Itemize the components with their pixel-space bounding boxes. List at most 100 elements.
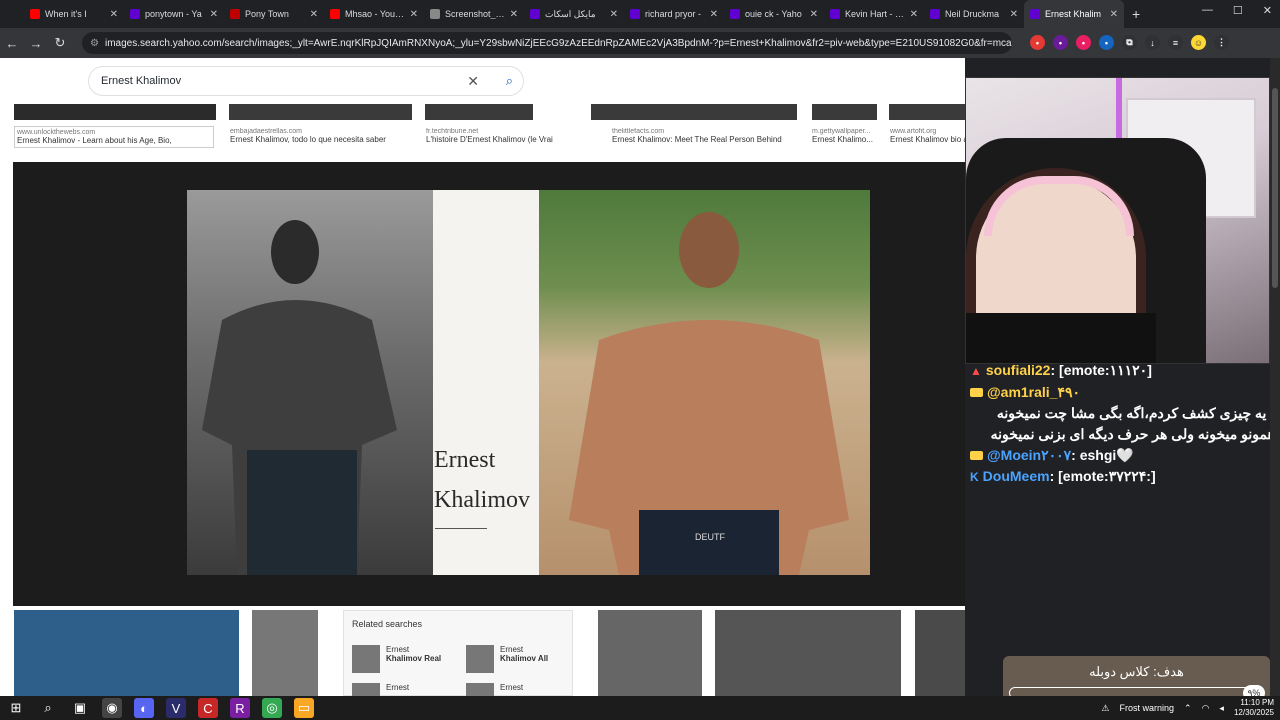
thumbnail-caption[interactable]: m.gettywallpaper... Ernest Khalimo...: [812, 128, 882, 144]
browser-tab[interactable]: ponytown - Ya ✕: [124, 0, 224, 28]
thumbnail-source: m.gettywallpaper...: [812, 128, 871, 135]
related-search-item[interactable]: Ernest Khalimov Real: [352, 645, 441, 673]
thumbnail[interactable]: [598, 610, 702, 696]
site-info-icon[interactable]: ⚙: [90, 38, 99, 49]
app-icon[interactable]: C: [198, 698, 218, 718]
back-icon[interactable]: ←: [0, 36, 24, 51]
window-controls: — ☐ ✕: [1202, 4, 1272, 17]
file-explorer-icon[interactable]: ▭: [294, 698, 314, 718]
tab-title: Pony Town: [245, 9, 289, 19]
browser-tab[interactable]: ouie ck - Yaho ✕: [724, 0, 824, 28]
browser-tab[interactable]: Ernest Khalim ✕: [1024, 0, 1124, 28]
thumbnail[interactable]: [425, 104, 533, 120]
discord-icon[interactable]: ◐: [134, 698, 154, 718]
tab-search-icon[interactable]: ≡: [1168, 35, 1183, 50]
app-r-icon[interactable]: R: [230, 698, 250, 718]
tab-close-icon[interactable]: ✕: [610, 9, 618, 20]
chrome-icon[interactable]: ◎: [262, 698, 282, 718]
profile-avatar[interactable]: ☺: [1191, 35, 1206, 50]
related-search-item[interactable]: Ernest: [466, 683, 523, 696]
task-view-icon[interactable]: ▣: [70, 698, 90, 718]
forward-icon[interactable]: →: [24, 36, 48, 51]
browser-tab[interactable]: Neil Druckma ✕: [924, 0, 1024, 28]
wifi-icon[interactable]: ◠: [1202, 703, 1210, 714]
browser-tab[interactable]: Screenshot_20 ✕: [424, 0, 524, 28]
bottom-thumbnail-row: Related searches Ernest Khalimov Real Ern…: [0, 610, 965, 696]
related-search-item[interactable]: Ernest: [352, 683, 409, 696]
obs-icon[interactable]: ◉: [102, 698, 122, 718]
youtube-icon: [970, 451, 983, 460]
image-viewer: Ernest Khalimov DEUTF: [13, 162, 965, 606]
download-icon[interactable]: ↓: [1145, 35, 1160, 50]
tab-close-icon[interactable]: ✕: [410, 9, 418, 20]
browser-tab[interactable]: مایکل اسکات ✕: [524, 0, 624, 28]
volume-icon[interactable]: ◂: [1219, 703, 1224, 714]
warning-icon[interactable]: ⚠: [1101, 703, 1109, 714]
vegas-icon[interactable]: V: [166, 698, 186, 718]
translate-icon[interactable]: •: [1099, 35, 1114, 50]
related-thumbnail: [466, 683, 494, 696]
minimize-icon[interactable]: —: [1202, 4, 1213, 17]
address-bar[interactable]: ⚙ images.search.yahoo.com/search/images;…: [82, 32, 1012, 54]
thumbnail-title: L'histoire D'Ernest Khalimov (le Vrai: [426, 135, 553, 144]
mcafee-icon[interactable]: •: [1030, 35, 1045, 50]
reload-icon[interactable]: ↻: [48, 35, 72, 51]
tab-close-icon[interactable]: ✕: [710, 9, 718, 20]
thumbnail[interactable]: [14, 104, 216, 120]
scrollbar-thumb[interactable]: [1272, 88, 1278, 288]
goal-label: هدف: کلاس دوبله: [1089, 664, 1184, 679]
tab-close-icon[interactable]: ✕: [110, 9, 118, 20]
thumbnail[interactable]: [715, 610, 901, 696]
thumbnail[interactable]: [14, 610, 239, 696]
search-icon[interactable]: ⌕: [38, 698, 58, 718]
tab-close-icon[interactable]: ✕: [210, 9, 218, 20]
extension-icon[interactable]: •: [1076, 35, 1091, 50]
new-tab-button[interactable]: +: [1132, 6, 1140, 22]
page-scrollbar[interactable]: [1270, 58, 1280, 696]
thumbnail[interactable]: [229, 104, 412, 120]
thumbnail[interactable]: [889, 104, 965, 120]
thumbnail-caption[interactable]: fr.techtribune.net L'histoire D'Ernest K…: [426, 128, 586, 144]
kick-icon: K: [970, 470, 979, 484]
image-panel-color-photo: DEUTF: [539, 190, 870, 575]
tab-close-icon[interactable]: ✕: [1110, 9, 1118, 20]
thumbnail[interactable]: [915, 610, 965, 696]
related-label: Ernest: [500, 683, 524, 692]
thumbnail-caption[interactable]: embajadaestrellas.com Ernest Khalimov, t…: [230, 128, 410, 144]
thumbnail[interactable]: [591, 104, 797, 120]
browser-tab[interactable]: Pony Town ✕: [224, 0, 324, 28]
close-icon[interactable]: ✕: [467, 73, 479, 90]
browser-tab[interactable]: When it's I ✕: [24, 0, 124, 28]
windows-taskbar: ⊞ ⌕ ▣ ◉ ◐ V C R ◎ ▭ ⚠ Frost warning ⌃ ◠ …: [0, 696, 1280, 720]
browser-tab[interactable]: richard pryor - ✕: [624, 0, 724, 28]
windows-start-icon[interactable]: ⊞: [6, 698, 26, 718]
search-icon[interactable]: ⌕: [506, 73, 513, 89]
thumbnail[interactable]: [812, 104, 877, 120]
tab-close-icon[interactable]: ✕: [310, 9, 318, 20]
weather-text[interactable]: Frost warning: [1119, 703, 1174, 713]
chevron-up-icon[interactable]: ⌃: [1184, 703, 1192, 714]
bodybuilder-silhouette: [202, 220, 397, 575]
related-search-item[interactable]: Ernest Khalimov All: [466, 645, 548, 673]
thumbnail[interactable]: [252, 610, 318, 696]
tab-close-icon[interactable]: ✕: [1010, 9, 1018, 20]
menu-icon[interactable]: ⋮: [1214, 35, 1229, 50]
main-image[interactable]: Ernest Khalimov DEUTF: [187, 190, 870, 575]
thumbnail-caption[interactable]: www.artofit.org Ernest Khalimov bio a: [890, 128, 965, 144]
tab-close-icon[interactable]: ✕: [510, 9, 518, 20]
clock[interactable]: 11:10 PM 12/30/2025: [1234, 698, 1274, 718]
search-input[interactable]: Ernest Khalimov ✕ ⌕: [88, 66, 524, 96]
tab-close-icon[interactable]: ✕: [910, 9, 918, 20]
browser-tab[interactable]: Mhsao - YouTu ✕: [324, 0, 424, 28]
extensions-puzzle-icon[interactable]: ⧉: [1122, 35, 1137, 50]
chat-text: : [emote:۱۱۱۲۰]: [1050, 362, 1152, 378]
maximize-icon[interactable]: ☐: [1233, 4, 1243, 17]
thumbnail-caption[interactable]: thelittlefacts.com Ernest Khalimov: Meet…: [612, 128, 797, 144]
tab-close-icon[interactable]: ✕: [810, 9, 818, 20]
thumbnail-source: embajadaestrellas.com: [230, 128, 302, 135]
browser-tab[interactable]: Kevin Hart - Ya ✕: [824, 0, 924, 28]
extension-icon[interactable]: •: [1053, 35, 1068, 50]
close-window-icon[interactable]: ✕: [1263, 4, 1272, 17]
tab-title: Screenshot_20: [445, 9, 505, 19]
thumbnail-caption[interactable]: www.unlockthewebs.com Ernest Khalimov - …: [14, 126, 214, 148]
